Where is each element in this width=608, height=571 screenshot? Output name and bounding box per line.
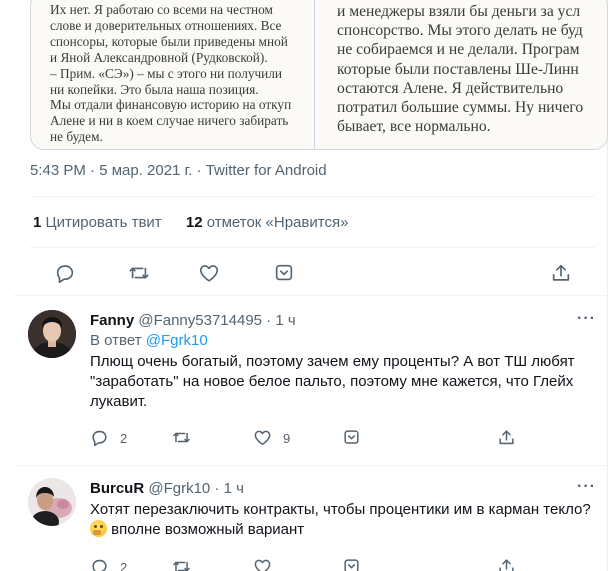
divider	[14, 295, 607, 296]
quotes-label: Цитировать твит	[45, 214, 162, 231]
like-icon[interactable]	[253, 557, 272, 571]
reply-count: 2	[120, 560, 128, 571]
share-icon[interactable]	[550, 262, 572, 284]
photo-text-line: Алене и ни в коем случае ничего забирать	[50, 113, 289, 129]
like-icon[interactable]	[253, 428, 272, 447]
photo-text-line: Их нет. Я работаю со всеми на честном	[50, 2, 273, 17]
author-name[interactable]: Fanny	[90, 312, 134, 329]
replying-to-label: В ответ	[90, 332, 142, 349]
bookmark-share-icon[interactable]	[342, 557, 361, 571]
photo-text-line: спонсорство. Мы этого делать не буд	[337, 22, 583, 40]
like-count: 9	[283, 431, 291, 446]
photo-column-divider	[314, 0, 315, 149]
share-icon[interactable]	[497, 557, 516, 571]
likes-count: 12	[185, 214, 203, 231]
tweet-stats: 1 Цитировать твит 12 отметок «Нравится»	[33, 214, 368, 231]
reply-text-line2: вполне возможный вариант	[90, 520, 600, 540]
photo-text-line: бывает, все нормально.	[337, 118, 491, 136]
tweet-timestamp[interactable]: 5:43 PM · 5 мар. 2021 г. · Twitter for A…	[30, 162, 327, 179]
photo-text-line: которые были поставлены Ше-Линн	[337, 60, 579, 78]
author-handle-time: @Fgrk10 · 1 ч	[148, 480, 244, 497]
photo-text-line: и менеджеры взяли бы деньги за усл	[337, 3, 581, 20]
replying-to: В ответ @Fgrk10	[90, 332, 208, 349]
retweet-icon[interactable]	[172, 557, 191, 571]
reply-text: Плющ очень богатый, поэтому зачем ему пр…	[90, 353, 575, 410]
author-name[interactable]: BurcuR	[90, 480, 144, 497]
retweet-icon[interactable]	[172, 428, 191, 447]
share-icon[interactable]	[497, 428, 516, 447]
photo-text-line: ни копейки. Это была наша позиция.	[50, 81, 259, 97]
photo-text-line: не будем.	[50, 129, 103, 145]
divider	[30, 247, 595, 248]
quotes-stat[interactable]: 1 Цитировать твит	[33, 214, 162, 231]
reply-text-line: вполне возможный вариант	[111, 521, 305, 538]
reply-text: Хотят перезаключить контракты, чтобы про…	[90, 500, 600, 540]
likes-label: отметок «Нравится»	[206, 214, 349, 231]
quotes-count: 1	[33, 214, 42, 231]
author-handle-time: @Fanny53714495 · 1 ч	[138, 312, 296, 329]
photo-text-line: Мы отдали финансовую историю на откуп	[50, 97, 292, 113]
divider	[30, 196, 595, 197]
thinking-face-icon	[90, 520, 107, 537]
bookmark-share-icon[interactable]	[273, 262, 295, 284]
reply-author[interactable]: Fanny @Fanny53714495 · 1 ч	[90, 312, 296, 329]
like-icon[interactable]	[198, 262, 220, 284]
photo-text-line: не собираемся и не делали. Програм	[337, 41, 580, 59]
more-options-icon[interactable]: ···	[577, 478, 596, 496]
photo-text-line: и Яной Александровной (Рудковской).	[50, 49, 268, 65]
reply-text-line: Хотят перезаключить контракты, чтобы про…	[90, 501, 591, 518]
photo-text-line: остаются Алене. Я действительно	[337, 79, 564, 97]
reply-icon[interactable]	[54, 262, 76, 284]
photo-text-line: спонсоры, которые были приведены мной	[50, 33, 288, 49]
replying-to-link[interactable]: @Fgrk10	[146, 332, 208, 349]
reply-author[interactable]: BurcuR @Fgrk10 · 1 ч	[90, 480, 244, 497]
more-options-icon[interactable]: ···	[577, 310, 596, 328]
photo-right-column: и менеджеры взяли бы деньги за усл спонс…	[337, 0, 607, 149]
photo-text-line: – Прим. «СЭ») – мы с этого ни получили	[50, 65, 283, 81]
avatar[interactable]	[28, 478, 76, 526]
reply-icon[interactable]	[90, 557, 109, 571]
bookmark-share-icon[interactable]	[342, 428, 361, 447]
photo-left-column: Их нет. Я работаю со всеми на честном сл…	[50, 0, 322, 149]
tweet-photo[interactable]: Их нет. Я работаю со всеми на честном сл…	[30, 0, 608, 150]
retweet-icon[interactable]	[128, 262, 150, 284]
reply-count: 2	[120, 431, 128, 446]
photo-text-line: слове и доверительных отношениях. Все	[50, 17, 282, 33]
likes-stat[interactable]: 12 отметок «Нравится»	[186, 214, 349, 231]
photo-text-line: потратил большие суммы. Ну ничего	[337, 99, 584, 117]
reply-icon[interactable]	[90, 428, 109, 447]
avatar[interactable]	[28, 310, 76, 358]
divider	[14, 465, 607, 466]
